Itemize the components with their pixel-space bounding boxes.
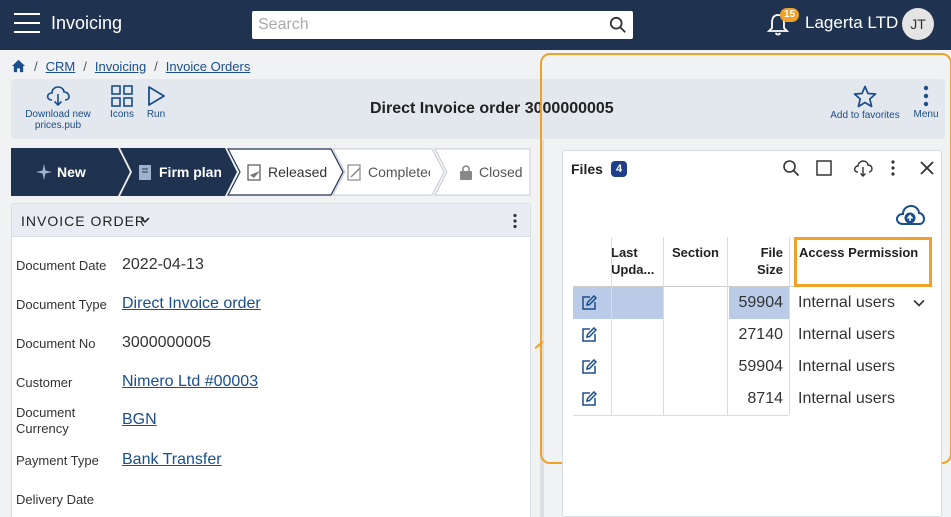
search-icon[interactable] xyxy=(609,16,627,34)
document-type-link[interactable]: Direct Invoice order xyxy=(122,295,261,313)
run-button[interactable]: Run xyxy=(145,85,167,120)
access-cell: Internal users xyxy=(798,358,895,375)
files-panel: Files 4 Last Upda... Section File Size A… xyxy=(562,150,942,517)
sparkle-icon xyxy=(36,164,52,180)
document-no-value: 3000000005 xyxy=(122,334,211,351)
table-row[interactable]: 8714 Internal users xyxy=(573,383,933,415)
star-icon xyxy=(853,85,877,108)
grid-icon xyxy=(111,85,133,107)
top-bar: Invoicing 15 Lagerta LTD JT xyxy=(0,0,951,50)
toolbar: Download new prices.pub Icons Run Direct… xyxy=(11,79,945,139)
home-icon[interactable] xyxy=(11,59,26,73)
panel-splitter[interactable] xyxy=(540,140,544,517)
cloud-download-icon[interactable] xyxy=(853,159,873,177)
section-kebab-icon[interactable] xyxy=(512,213,518,229)
breadcrumb-invoice-orders[interactable]: Invoice Orders xyxy=(166,59,251,74)
column-divider xyxy=(611,237,612,415)
column-divider xyxy=(663,237,664,415)
stage-new[interactable]: New xyxy=(35,148,119,196)
cloud-upload-icon[interactable] xyxy=(894,203,926,229)
payment-type-link[interactable]: Bank Transfer xyxy=(122,451,222,469)
col-file-size[interactable]: File Size xyxy=(733,244,783,278)
file-size-cell: 59904 xyxy=(738,358,784,375)
download-prices-button[interactable]: Download new prices.pub xyxy=(19,85,97,131)
edit-icon[interactable] xyxy=(581,327,597,343)
maximize-icon[interactable] xyxy=(815,159,833,177)
column-divider xyxy=(789,237,790,415)
add-to-favorites-label: Add to favorites xyxy=(830,110,900,121)
hamburger-menu-icon[interactable] xyxy=(14,13,40,35)
page-title: Direct Invoice order 3000000005 xyxy=(370,100,614,117)
company-name[interactable]: Lagerta LTD xyxy=(805,13,898,33)
breadcrumb: / CRM / Invoicing / Invoice Orders xyxy=(11,57,250,75)
currency-link[interactable]: BGN xyxy=(122,411,157,429)
breadcrumb-crm[interactable]: CRM xyxy=(46,59,76,74)
app-title: Invoicing xyxy=(51,13,123,33)
stage-completed[interactable]: Completec xyxy=(346,148,430,196)
play-icon xyxy=(148,86,165,106)
add-to-favorites-button[interactable]: Add to favorites xyxy=(823,85,907,121)
search-input[interactable] xyxy=(252,11,592,39)
invoice-order-header[interactable]: INVOICE ORDER xyxy=(12,204,530,237)
access-cell: Internal users xyxy=(798,326,895,343)
document-pencil-icon xyxy=(139,165,151,180)
edit-icon[interactable] xyxy=(581,391,597,407)
kebab-menu-icon xyxy=(923,85,929,107)
cloud-download-icon xyxy=(46,86,70,107)
search-icon[interactable] xyxy=(782,159,800,177)
column-divider xyxy=(727,237,728,415)
col-section[interactable]: Section xyxy=(672,244,719,261)
menu-button[interactable]: Menu xyxy=(911,85,941,120)
chevron-down-icon[interactable] xyxy=(140,216,150,224)
breadcrumb-invoicing[interactable]: Invoicing xyxy=(95,59,146,74)
stage-released[interactable]: Released xyxy=(246,148,334,196)
table-row[interactable]: 59904 Internal users xyxy=(573,287,933,319)
close-icon[interactable] xyxy=(919,159,935,177)
file-size-cell: 27140 xyxy=(738,326,784,343)
grid-bottom-line xyxy=(573,415,789,416)
access-cell: Internal users xyxy=(798,390,895,407)
access-column-highlight xyxy=(794,237,932,287)
table-row[interactable]: 59904 Internal users xyxy=(573,351,933,383)
document-date-value: 2022-04-13 xyxy=(122,256,204,273)
document-send-icon xyxy=(247,164,261,181)
chevron-down-icon[interactable] xyxy=(913,299,925,307)
grid-header: Last Upda... Section File Size Access Pe… xyxy=(573,237,933,287)
document-edit-icon xyxy=(347,164,361,181)
lock-icon xyxy=(460,165,472,180)
stage-firm-planned[interactable]: Firm planr xyxy=(137,148,223,196)
kebab-menu-icon[interactable] xyxy=(889,159,897,177)
customer-link[interactable]: Nimero Ltd #00003 xyxy=(122,373,258,391)
icons-label: Icons xyxy=(110,109,134,120)
stage-closed[interactable]: Closed xyxy=(457,148,529,196)
files-count-badge: 4 xyxy=(611,161,628,177)
access-cell[interactable]: Internal users xyxy=(798,287,895,319)
edit-icon[interactable] xyxy=(581,359,597,375)
edit-icon[interactable] xyxy=(581,295,597,311)
search-box[interactable] xyxy=(252,11,633,39)
section-title: INVOICE ORDER xyxy=(21,213,147,229)
col-last-updated[interactable]: Last Upda... xyxy=(611,244,661,278)
icons-button[interactable]: Icons xyxy=(109,85,135,120)
table-row[interactable]: 27140 Internal users xyxy=(573,319,933,351)
notification-badge: 15 xyxy=(780,8,800,22)
run-label: Run xyxy=(146,109,166,120)
avatar[interactable]: JT xyxy=(902,8,934,40)
files-title: Files xyxy=(571,161,603,177)
download-prices-label: Download new prices.pub xyxy=(25,109,91,131)
stage-progress: New Firm planr Released Completec Closed xyxy=(11,148,531,196)
file-size-cell: 59904 xyxy=(729,287,789,319)
invoice-order-panel: INVOICE ORDER Document Date 2022-04-13 D… xyxy=(11,203,531,517)
file-size-cell: 8714 xyxy=(747,390,783,407)
menu-label: Menu xyxy=(913,109,939,120)
